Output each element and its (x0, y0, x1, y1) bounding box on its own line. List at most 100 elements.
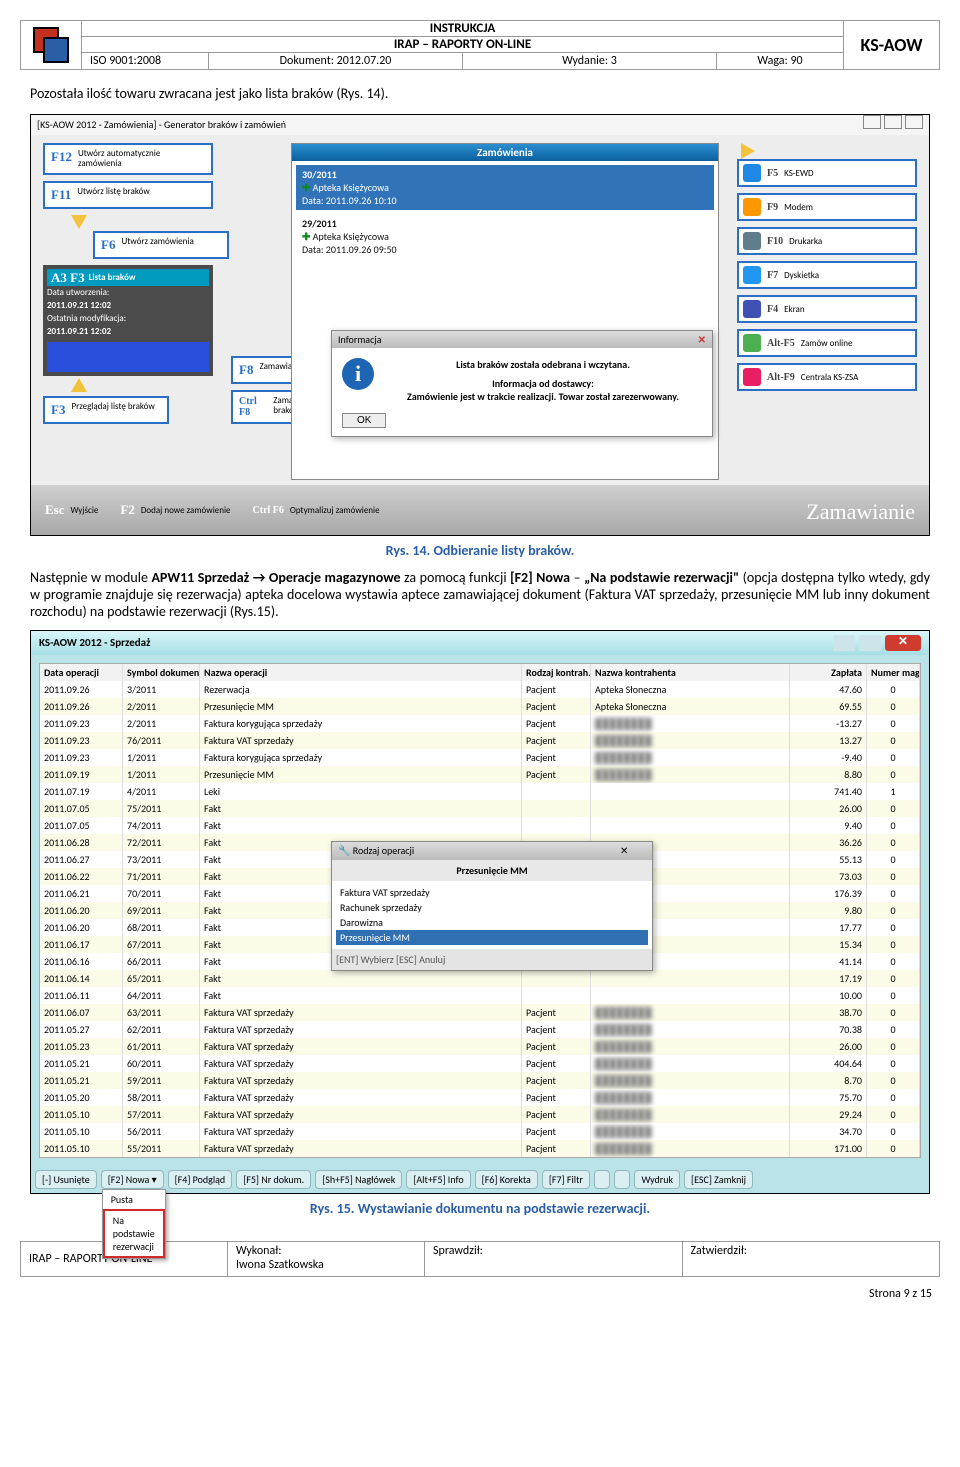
table-row[interactable]: 2011.09.232/2011Faktura korygująca sprze… (40, 715, 920, 732)
operation-option[interactable]: Przesunięcie MM (336, 930, 648, 945)
toolbar-btn-4[interactable]: [Sh+F5] Nagłówek (315, 1170, 402, 1189)
window-titlebar: [KS-AOW 2012 - Zamówienia] - Generator b… (31, 115, 929, 136)
f12-button[interactable]: F12 Utwórz automatycznie zamówienia (43, 143, 213, 175)
info-dialog: Informacja✕ i Lista braków została odebr… (331, 330, 713, 437)
toolbar-btn-0[interactable]: [-] Usunięte (35, 1170, 97, 1189)
table-row[interactable]: 2011.05.1055/2011Faktura VAT sprzedażyPa… (40, 1140, 920, 1157)
header-line2: IRAP – RAPORTY ON-LINE (82, 37, 843, 53)
arrow-up-icon (71, 378, 87, 392)
page-header: INSTRUKCJA IRAP – RAPORTY ON-LINE ISO 90… (20, 20, 940, 70)
col-header[interactable]: Numer magaz. (867, 664, 920, 681)
orders-title: Zamówienia (292, 144, 718, 161)
page-number: Strona 9 z 15 (0, 1287, 932, 1301)
toolbar-btn-5[interactable]: [Alt+F5] Info (406, 1170, 470, 1189)
bottom-toolbar: [-] Usunięte[F2] Nowa ▾PustaNa podstawie… (31, 1166, 929, 1193)
toolbar-btn-7[interactable]: [F7] Filtr (542, 1170, 590, 1189)
esc-button[interactable]: EscWyjście (45, 502, 98, 518)
table-row[interactable]: 2011.09.191/2011Przesunięcie MMPacjent██… (40, 766, 920, 783)
table-row[interactable]: 2011.07.194/2011Leki741.401 (40, 783, 920, 800)
header-ks: KS-AOW (843, 21, 939, 69)
right-action-0[interactable]: F5KS-EWD (737, 159, 917, 187)
plus-icon: ✚ (302, 181, 310, 194)
operation-option[interactable]: Rachunek sprzedaży (336, 900, 648, 915)
col-header[interactable]: Symbol dokumentu (123, 664, 200, 681)
col-header[interactable]: Data operacji (40, 664, 123, 681)
ok-button[interactable]: OK (342, 413, 386, 428)
toolbar-btn-11[interactable]: [ESC] Zamknij (684, 1170, 753, 1189)
window-buttons[interactable] (860, 115, 923, 135)
header-dokument: Dokument: 2012.07.20 (209, 53, 463, 69)
table-row[interactable]: 2011.05.1056/2011Faktura VAT sprzedażyPa… (40, 1123, 920, 1140)
right-action-4[interactable]: F4Ekran (737, 295, 917, 323)
toolbar-btn-6[interactable]: [F6] Korekta (475, 1170, 538, 1189)
arrow-right-icon (741, 143, 755, 159)
header-line1: INSTRUKCJA (82, 21, 843, 37)
table-row[interactable]: 2011.05.2762/2011Faktura VAT sprzedażyPa… (40, 1021, 920, 1038)
order-1[interactable]: 30/2011 ✚ Apteka Księżycowa Data: 2011.0… (296, 165, 714, 210)
table-row[interactable]: 2011.09.231/2011Faktura korygująca sprze… (40, 749, 920, 766)
table-row[interactable]: 2011.09.262/2011Przesunięcie MMPacjentAp… (40, 698, 920, 715)
right-action-3[interactable]: F7Dyskietka (737, 261, 917, 289)
menu-item[interactable]: Pusta (103, 1190, 165, 1209)
close-icon[interactable]: ✕ (885, 635, 921, 651)
table-row[interactable]: 2011.07.0574/2011Fakt9.400 (40, 817, 920, 834)
header-waga: Waga: 90 (717, 53, 843, 69)
f11-button[interactable]: F11 Utwórz listę braków (43, 181, 213, 209)
toolbar-btn-8[interactable] (594, 1170, 610, 1189)
table-row[interactable]: 2011.07.0575/2011Fakt26.000 (40, 800, 920, 817)
right-action-2[interactable]: F10Drukarka (737, 227, 917, 255)
table-row[interactable]: 2011.05.2058/2011Faktura VAT sprzedażyPa… (40, 1089, 920, 1106)
col-header[interactable]: Nazwa operacji (200, 664, 522, 681)
operation-option[interactable]: Faktura VAT sprzedaży (336, 885, 648, 900)
toolbar-btn-3[interactable]: [F5] Nr dokum. (236, 1170, 311, 1189)
table-row[interactable]: 2011.06.0763/2011Faktura VAT sprzedażyPa… (40, 1004, 920, 1021)
close-icon[interactable]: ✕ (698, 333, 706, 346)
table-row[interactable]: 2011.06.1465/2011Fakt17.190 (40, 970, 920, 987)
window-title: [KS-AOW 2012 - Zamówienia] - Generator b… (37, 115, 286, 135)
table-row[interactable]: 2011.09.263/2011RezerwacjaPacjentApteka … (40, 681, 920, 698)
table-row[interactable]: 2011.05.2159/2011Faktura VAT sprzedażyPa… (40, 1072, 920, 1089)
f3-block: F3 Przeglądaj listę braków (43, 378, 169, 430)
logo (21, 21, 82, 69)
right-action-6[interactable]: Alt-F9Centrala KS-ZSA (737, 363, 917, 391)
ctrl-f6-button[interactable]: Ctrl F6Optymalizuj zamówienie (253, 505, 380, 516)
col-header[interactable]: Nazwa kontrahenta (591, 664, 790, 681)
f3-button[interactable]: F3 Przeglądaj listę braków (43, 396, 169, 424)
window-buttons-2[interactable]: ✕ (833, 631, 921, 655)
plus-icon: ✚ (302, 230, 310, 243)
table-row[interactable]: 2011.05.2361/2011Faktura VAT sprzedażyPa… (40, 1038, 920, 1055)
right-action-1[interactable]: F9Modem (737, 193, 917, 221)
header-wydanie: Wydanie: 3 (463, 53, 717, 69)
bottom-bar: EscWyjście F2Dodaj nowe zamówienie Ctrl … (31, 485, 929, 535)
table-row[interactable]: 2011.05.1057/2011Faktura VAT sprzedażyPa… (40, 1106, 920, 1123)
table-row[interactable]: 2011.09.2376/2011Faktura VAT sprzedażyPa… (40, 732, 920, 749)
paragraph-intro: Pozostała ilość towaru zwracana jest jak… (30, 85, 930, 102)
toolbar-btn-9[interactable] (614, 1170, 630, 1189)
toolbar-btn-10[interactable]: Wydruk (634, 1170, 680, 1189)
paragraph-2: Następnie w module APW11 Sprzedaż → Oper… (30, 569, 930, 620)
menu-item[interactable]: Na podstawie rezerwacji (103, 1209, 165, 1258)
f2-menu: PustaNa podstawie rezerwacji (102, 1189, 166, 1259)
f2-add-button[interactable]: F2Dodaj nowe zamówienie (120, 502, 230, 518)
toolbar-btn-2[interactable]: [F4] Podgląd (168, 1170, 233, 1189)
arrow-down-icon (71, 215, 87, 229)
f2-nowa-button[interactable]: [F2] Nowa ▾PustaNa podstawie rezerwacji (101, 1170, 164, 1189)
caption-1: Rys. 14. Odbieranie listy braków. (30, 542, 930, 559)
window-titlebar-2: KS-AOW 2012 - Sprzedaż ✕ (31, 631, 929, 655)
info-icon: i (342, 358, 374, 390)
rodzaj-operacji-dialog: 🔧 Rodzaj operacji✕ Przesunięcie MM Faktu… (331, 841, 653, 971)
f6-button[interactable]: F6 Utwórz zamówienia (93, 231, 229, 259)
header-iso: ISO 9001:2008 (82, 53, 209, 69)
col-header[interactable]: Zapłata (790, 664, 867, 681)
screenshot-generator: [KS-AOW 2012 - Zamówienia] - Generator b… (30, 114, 930, 536)
close-icon[interactable]: ✕ (620, 844, 646, 858)
table-row[interactable]: 2011.05.2160/2011Faktura VAT sprzedażyPa… (40, 1055, 920, 1072)
order-2[interactable]: 29/2011 ✚ Apteka Księżycowa Data: 2011.0… (296, 214, 714, 259)
right-actions: F5KS-EWD F9Modem F10Drukarka F7Dyskietka F4E… (737, 143, 917, 397)
operation-option[interactable]: Darowizna (336, 915, 648, 930)
col-header[interactable]: Rodzaj kontrah. (522, 664, 591, 681)
brand-text: Zamawianie (806, 499, 915, 525)
table-row[interactable]: 2011.06.1164/2011Fakt10.000 (40, 987, 920, 1004)
screenshot-sprzedaz: KS-AOW 2012 - Sprzedaż ✕ Data operacjiSy… (30, 630, 930, 1194)
right-action-5[interactable]: Alt-F5Zamów online (737, 329, 917, 357)
